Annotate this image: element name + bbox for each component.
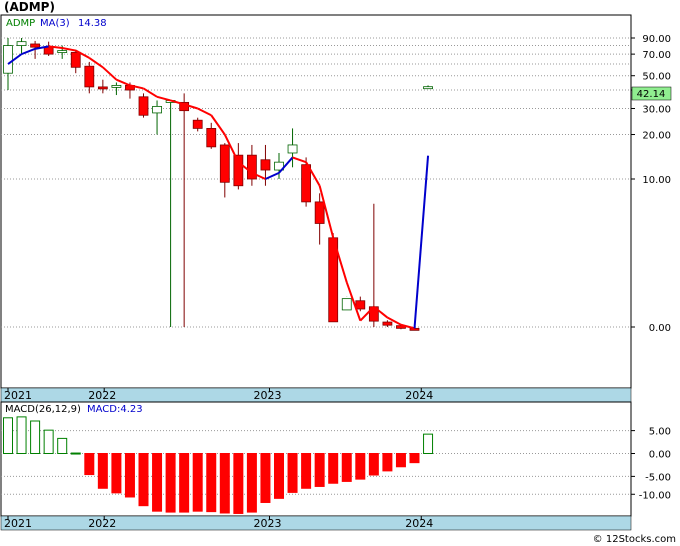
price-y-tick-label: 90.00 <box>642 34 671 45</box>
macd-bar <box>301 453 312 489</box>
footer-credit: © 12Stocks.com <box>593 534 676 545</box>
macd-bar <box>57 437 68 454</box>
candle-body <box>57 50 68 53</box>
candle-body <box>287 144 298 154</box>
macd-bar <box>30 420 41 454</box>
macd-bar <box>233 453 244 514</box>
candle-body <box>409 327 420 331</box>
candle-body <box>246 154 257 180</box>
macd-bar <box>246 453 257 513</box>
macd-bar <box>43 429 54 454</box>
macd-y-tick-label: 0.00 <box>649 450 671 461</box>
candle-body <box>382 321 393 326</box>
macd-bar <box>368 453 379 476</box>
candle-body <box>16 41 27 46</box>
macd-bar <box>341 453 352 482</box>
candle-body <box>30 43 41 48</box>
price-legend-ma-value: 14.38 <box>78 18 107 29</box>
macd-bar <box>192 453 203 512</box>
price-legend-ma-label: MA(3) <box>40 18 70 29</box>
macd-bar <box>84 453 95 476</box>
candle-body <box>301 164 312 203</box>
candle-body <box>355 300 366 310</box>
macd-legend-label: MACD(26,12,9) <box>5 404 81 415</box>
price-y-tick-label: 70.00 <box>642 50 671 61</box>
macd-bar <box>328 453 339 484</box>
macd-bar <box>423 433 434 455</box>
candle-body <box>423 86 433 90</box>
price-y-tick-label: 30.00 <box>642 105 671 116</box>
price-legend-symbol: ADMP <box>6 18 35 29</box>
candle-body <box>97 86 108 90</box>
x-tick-label: 2024 <box>405 389 433 402</box>
price-y-tick-label: 50.00 <box>642 72 671 83</box>
x-tick-label: 2022 <box>88 517 116 530</box>
candle-body <box>341 298 352 311</box>
macd-bar <box>206 453 217 513</box>
price-y-tick-label: 0.00 <box>649 323 671 334</box>
price-y-tick-label: 10.00 <box>642 175 671 186</box>
candle-body <box>206 128 217 148</box>
x-tick-label: 2021 <box>4 389 32 402</box>
candle-body <box>219 144 230 183</box>
macd-y-tick-label: 5.00 <box>649 427 671 438</box>
stock-chart: (ADMP) 90.0070.0050.0040.0030.0020.0010.… <box>0 0 680 546</box>
candle-body <box>43 46 54 55</box>
macd-bar <box>260 453 271 503</box>
chart-title: (ADMP) <box>4 0 55 14</box>
candle-body <box>111 84 122 88</box>
macd-bar <box>179 453 190 513</box>
macd-bar <box>16 416 27 454</box>
candle-body <box>152 105 162 114</box>
candle-body <box>314 201 325 224</box>
macd-bar <box>314 453 325 487</box>
macd-y-tick-label: -10.00 <box>639 490 671 501</box>
macd-bar <box>287 453 298 493</box>
macd-bar <box>274 453 284 499</box>
candle-body <box>70 51 81 68</box>
macd-bar <box>3 417 13 454</box>
price-y-tick-label: 20.00 <box>642 131 671 142</box>
candle-body <box>233 154 244 187</box>
x-tick-label: 2022 <box>88 389 116 402</box>
macd-bar <box>395 453 406 468</box>
x-tick-label: 2023 <box>254 517 282 530</box>
macd-bar <box>70 452 81 455</box>
last-price-label: 42.14 <box>637 89 666 100</box>
macd-legend-value: MACD:4.23 <box>87 404 143 415</box>
macd-bar <box>97 453 108 489</box>
macd-bar <box>124 453 135 498</box>
candle-body <box>84 65 95 88</box>
macd-bar <box>409 453 420 464</box>
x-tick-label: 2021 <box>4 517 32 530</box>
candle-body <box>138 96 149 116</box>
macd-bar <box>152 453 163 512</box>
candle-body <box>260 159 271 171</box>
macd-bar <box>382 453 393 472</box>
macd-bar <box>165 453 176 513</box>
candle-body <box>3 45 13 74</box>
macd-y-tick-label: -5.00 <box>645 472 671 483</box>
macd-bar <box>219 453 230 514</box>
candle-body <box>192 119 203 129</box>
macd-bar <box>111 453 122 494</box>
x-tick-label: 2024 <box>405 517 433 530</box>
macd-bar <box>355 453 366 480</box>
x-tick-label: 2023 <box>254 389 282 402</box>
macd-bar <box>138 453 149 507</box>
